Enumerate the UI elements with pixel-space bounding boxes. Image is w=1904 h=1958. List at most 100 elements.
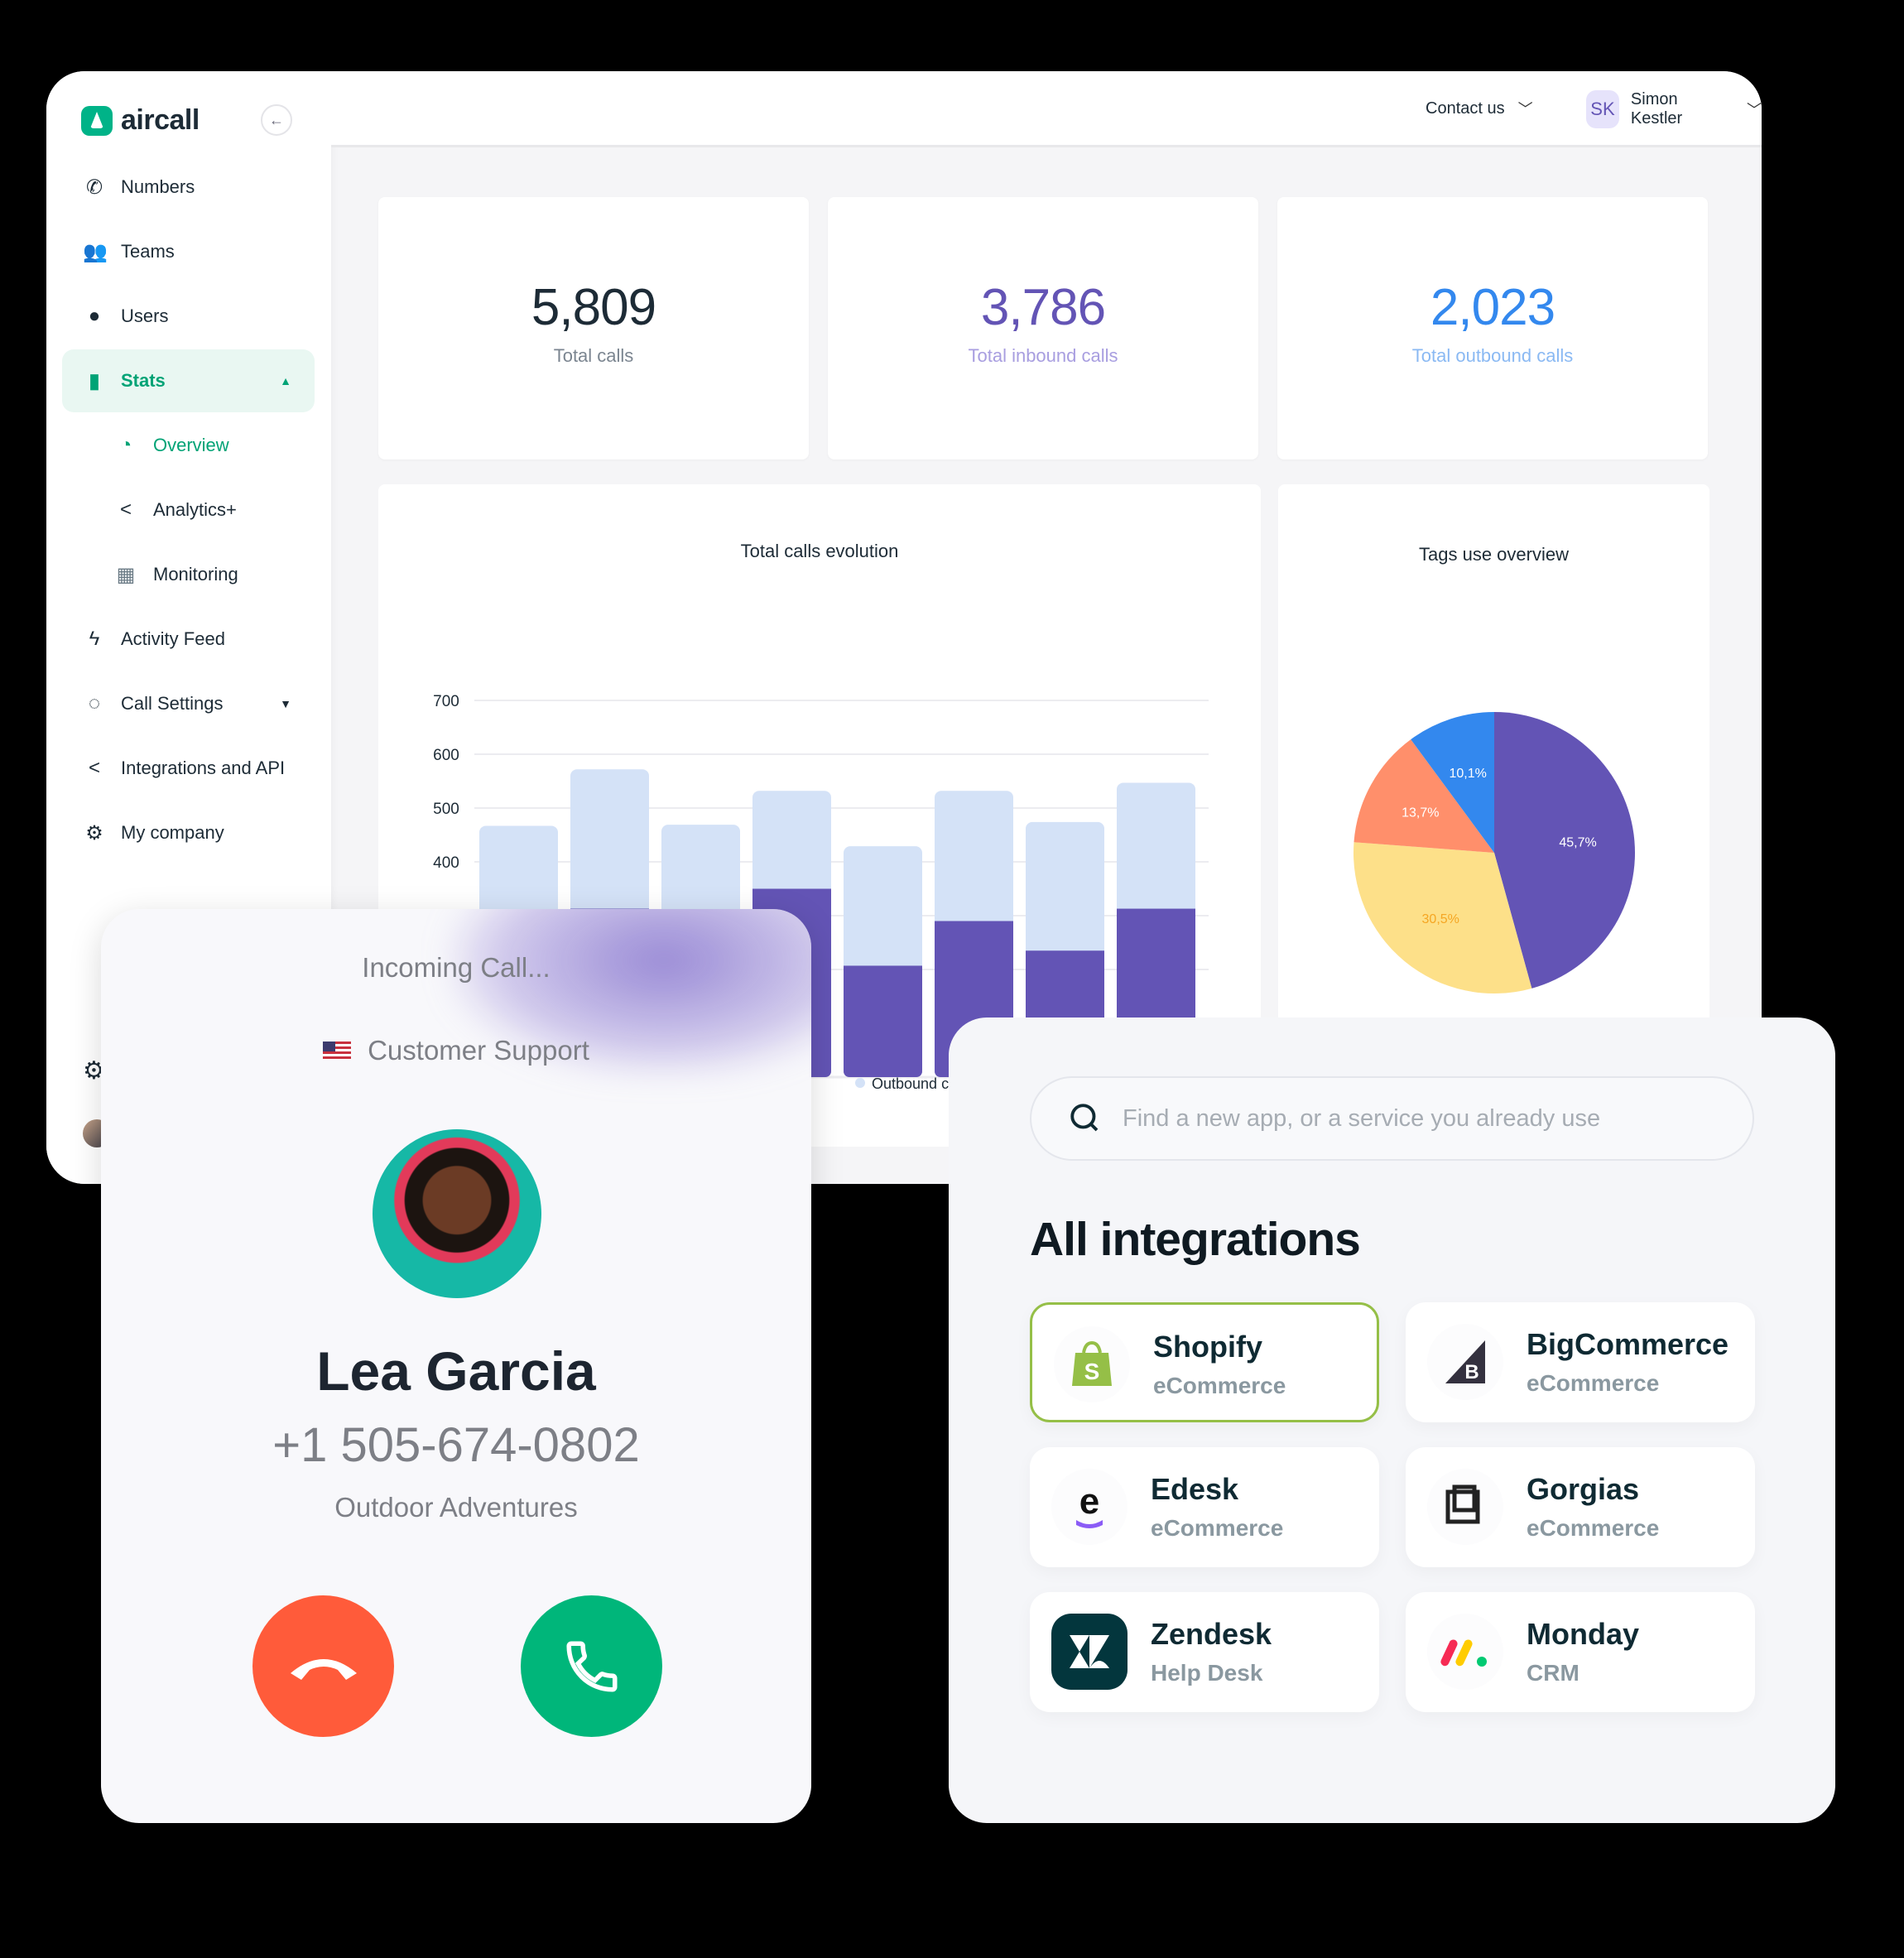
svg-text:e: e	[1079, 1484, 1099, 1522]
contact-us-label: Contact us	[1426, 99, 1505, 118]
pie-slice-label: 30,5%	[1422, 912, 1459, 926]
sidebar-item-activity-feed[interactable]: ϟ Activity Feed	[46, 608, 331, 671]
sidebar-item-teams[interactable]: 👥 Teams	[46, 220, 331, 283]
monday-logo-icon	[1427, 1614, 1503, 1690]
integration-category: eCommerce	[1527, 1370, 1660, 1396]
sidebar-item-my-company[interactable]: ⚙ My company	[46, 801, 331, 864]
search-icon	[1070, 1104, 1099, 1132]
integration-category: CRM	[1527, 1660, 1579, 1686]
phone-icon	[565, 1640, 618, 1692]
caller-avatar	[373, 1129, 541, 1298]
sidebar-item-overview[interactable]: ◔ Overview	[46, 414, 331, 477]
user-menu[interactable]: SK Simon Kestler ﹀	[1586, 90, 1762, 128]
top-bar: Contact us ﹀ SK Simon Kestler ﹀	[331, 71, 1762, 147]
sidebar-item-label: Integrations and API	[121, 758, 286, 778]
collapse-sidebar-button[interactable]: ←	[261, 104, 292, 136]
chevron-down-icon: ﹀	[1517, 101, 1533, 118]
integration-card-bigcommerce[interactable]: B BigCommerce eCommerce	[1406, 1302, 1755, 1422]
sidebar-item-label: Overview	[153, 435, 229, 455]
pie-slice-label: 10,1%	[1449, 767, 1486, 781]
stat-value: 3,786	[980, 279, 1106, 336]
sidebar-item-analytics-[interactable]: < Analytics+	[46, 479, 331, 541]
stats-icon: ▮	[89, 369, 100, 392]
call-line-label: Customer Support	[368, 1035, 589, 1066]
sidebar-item-label: Call Settings	[121, 693, 224, 714]
stat-card: 5,809 Total calls	[378, 197, 809, 459]
gauge-icon: ◔	[119, 434, 132, 456]
sidebar-item-label: Teams	[121, 241, 175, 262]
monitor-icon: ▦	[116, 563, 136, 586]
accept-call-button[interactable]	[521, 1595, 662, 1737]
integration-category: eCommerce	[1527, 1515, 1660, 1541]
integration-name: Shopify	[1153, 1330, 1262, 1364]
us-flag-icon	[323, 1042, 352, 1060]
caret-down-icon: ▼	[280, 697, 291, 710]
integration-card-monday[interactable]: Monday CRM	[1406, 1592, 1755, 1712]
shopify-logo-icon: S	[1054, 1326, 1130, 1402]
decline-call-button[interactable]	[252, 1595, 394, 1737]
integration-card-shopify[interactable]: S Shopify eCommerce	[1030, 1302, 1379, 1422]
gear-icon: ⚙	[85, 821, 103, 844]
svg-text:B: B	[1464, 1361, 1478, 1383]
user-icon: ●	[88, 305, 101, 327]
y-tick-label: 700	[433, 693, 459, 710]
stat-label: Total outbound calls	[1411, 345, 1574, 366]
bigcommerce-logo-icon: B	[1427, 1324, 1503, 1400]
integration-category: eCommerce	[1151, 1515, 1284, 1541]
user-initials-avatar: SK	[1586, 90, 1619, 128]
caller-company: Outdoor Adventures	[334, 1492, 578, 1523]
stat-card: 2,023 Total outbound calls	[1277, 197, 1708, 459]
bolt-icon: ϟ	[89, 628, 100, 650]
sidebar-item-stats[interactable]: ▮ Stats ▲	[62, 349, 315, 412]
brand-name: aircall	[121, 104, 200, 136]
integration-category: eCommerce	[1153, 1373, 1286, 1398]
sidebar-item-label: Monitoring	[153, 564, 238, 585]
edesk-logo-icon: e	[1051, 1469, 1127, 1545]
teams-icon: 👥	[83, 240, 108, 263]
contact-us-dropdown[interactable]: Contact us ﹀	[1426, 98, 1533, 119]
integration-name: Monday	[1527, 1617, 1640, 1651]
call-settings-icon: ◌	[88, 692, 101, 714]
stat-value: 2,023	[1430, 279, 1555, 336]
aircall-logo[interactable]: aircall	[81, 104, 200, 137]
call-line: Customer Support	[101, 1035, 811, 1066]
sidebar-item-label: Numbers	[121, 176, 195, 197]
call-status: Incoming Call...	[362, 952, 551, 983]
caller-name: Lea Garcia	[316, 1340, 596, 1402]
stat-value: 5,809	[531, 279, 656, 336]
chevron-down-icon: ﹀	[1747, 102, 1762, 118]
y-tick-label: 600	[433, 747, 459, 764]
y-tick-label: 500	[433, 801, 459, 818]
gorgias-logo-icon	[1427, 1469, 1503, 1545]
integration-search-input[interactable]: Find a new app, or a service you already…	[1030, 1076, 1754, 1161]
user-name: Simon Kestler	[1630, 90, 1683, 127]
sidebar-item-label: Stats	[121, 370, 166, 391]
sidebar-item-call-settings[interactable]: ◌ Call Settings ▼	[46, 672, 331, 735]
sidebar-item-integrations-and-api[interactable]: < Integrations and API	[46, 737, 331, 800]
sidebar-item-label: Users	[121, 305, 169, 326]
stat-card: 3,786 Total inbound calls	[828, 197, 1258, 459]
share-icon: <	[88, 757, 100, 779]
bar-inbound	[844, 965, 922, 1070]
y-tick-label: 400	[433, 854, 459, 872]
integration-name: Gorgias	[1527, 1472, 1640, 1506]
caller-phone: +1 505-674-0802	[272, 1418, 640, 1472]
sidebar-item-label: Analytics+	[153, 499, 237, 520]
zendesk-logo-icon	[1051, 1614, 1127, 1690]
stat-label: Total calls	[553, 345, 634, 366]
pie-slice-label: 45,7%	[1559, 835, 1596, 849]
integrations-panel: Find a new app, or a service you already…	[949, 1017, 1835, 1823]
integration-card-zendesk[interactable]: Zendesk Help Desk	[1030, 1592, 1379, 1712]
sidebar-item-label: Activity Feed	[121, 628, 225, 649]
hang-up-icon	[290, 1658, 357, 1680]
sidebar-item-users[interactable]: ● Users	[46, 285, 331, 348]
sidebar-item-monitoring[interactable]: ▦ Monitoring	[46, 543, 331, 606]
integration-name: Zendesk	[1151, 1617, 1272, 1651]
integration-category: Help Desk	[1151, 1660, 1263, 1686]
integration-card-gorgias[interactable]: Gorgias eCommerce	[1406, 1447, 1755, 1567]
phone-icon: ✆	[85, 176, 103, 199]
integration-card-edesk[interactable]: e Edesk eCommerce	[1030, 1447, 1379, 1567]
pie-slice-label: 13,7%	[1402, 806, 1439, 820]
sidebar-item-numbers[interactable]: ✆ Numbers	[46, 156, 331, 219]
arrow-left-icon: ←	[269, 111, 284, 128]
